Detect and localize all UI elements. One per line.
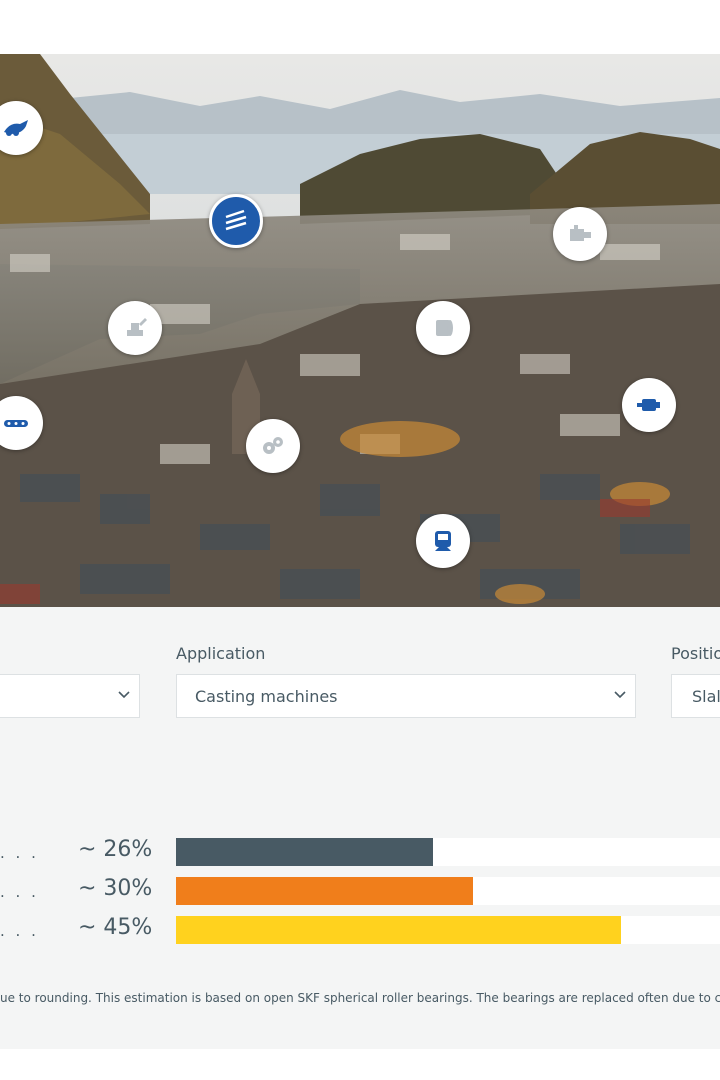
pump-icon[interactable] bbox=[553, 207, 607, 261]
application-select-value: Casting machines bbox=[195, 686, 338, 706]
result-row-label: . . . bbox=[0, 883, 39, 901]
footnote: ue to rounding. This estimation is based… bbox=[0, 991, 720, 1005]
application-select[interactable]: Casting machines bbox=[176, 674, 636, 718]
hero-image bbox=[0, 54, 720, 607]
gears-icon[interactable] bbox=[246, 419, 300, 473]
result-bar-fill bbox=[176, 916, 621, 944]
chevron-down-icon bbox=[614, 691, 626, 699]
industry-select[interactable] bbox=[0, 674, 140, 718]
chevron-down-icon bbox=[118, 691, 130, 699]
result-row-percentage: ~ 30% bbox=[78, 876, 153, 901]
result-bar-fill bbox=[176, 838, 433, 866]
paper-roll-icon[interactable] bbox=[416, 301, 470, 355]
result-bar-track bbox=[176, 838, 720, 866]
application-label: Application bbox=[176, 644, 266, 663]
position-select-value: Slal bbox=[692, 686, 720, 706]
excavator-icon[interactable] bbox=[108, 301, 162, 355]
result-bar-track bbox=[176, 916, 720, 944]
result-row-label: . . . bbox=[0, 922, 39, 940]
result-row-label: . . . bbox=[0, 844, 39, 862]
train-icon[interactable] bbox=[416, 514, 470, 568]
result-row-percentage: ~ 26% bbox=[78, 837, 153, 862]
position-label: Positio bbox=[671, 644, 720, 663]
result-bar-fill bbox=[176, 877, 473, 905]
position-select[interactable]: Slal bbox=[671, 674, 720, 718]
steel-pipes-icon[interactable] bbox=[209, 194, 263, 248]
result-bar-track bbox=[176, 877, 720, 905]
result-row-percentage: ~ 45% bbox=[78, 915, 153, 940]
electric-motor-icon[interactable] bbox=[622, 378, 676, 432]
